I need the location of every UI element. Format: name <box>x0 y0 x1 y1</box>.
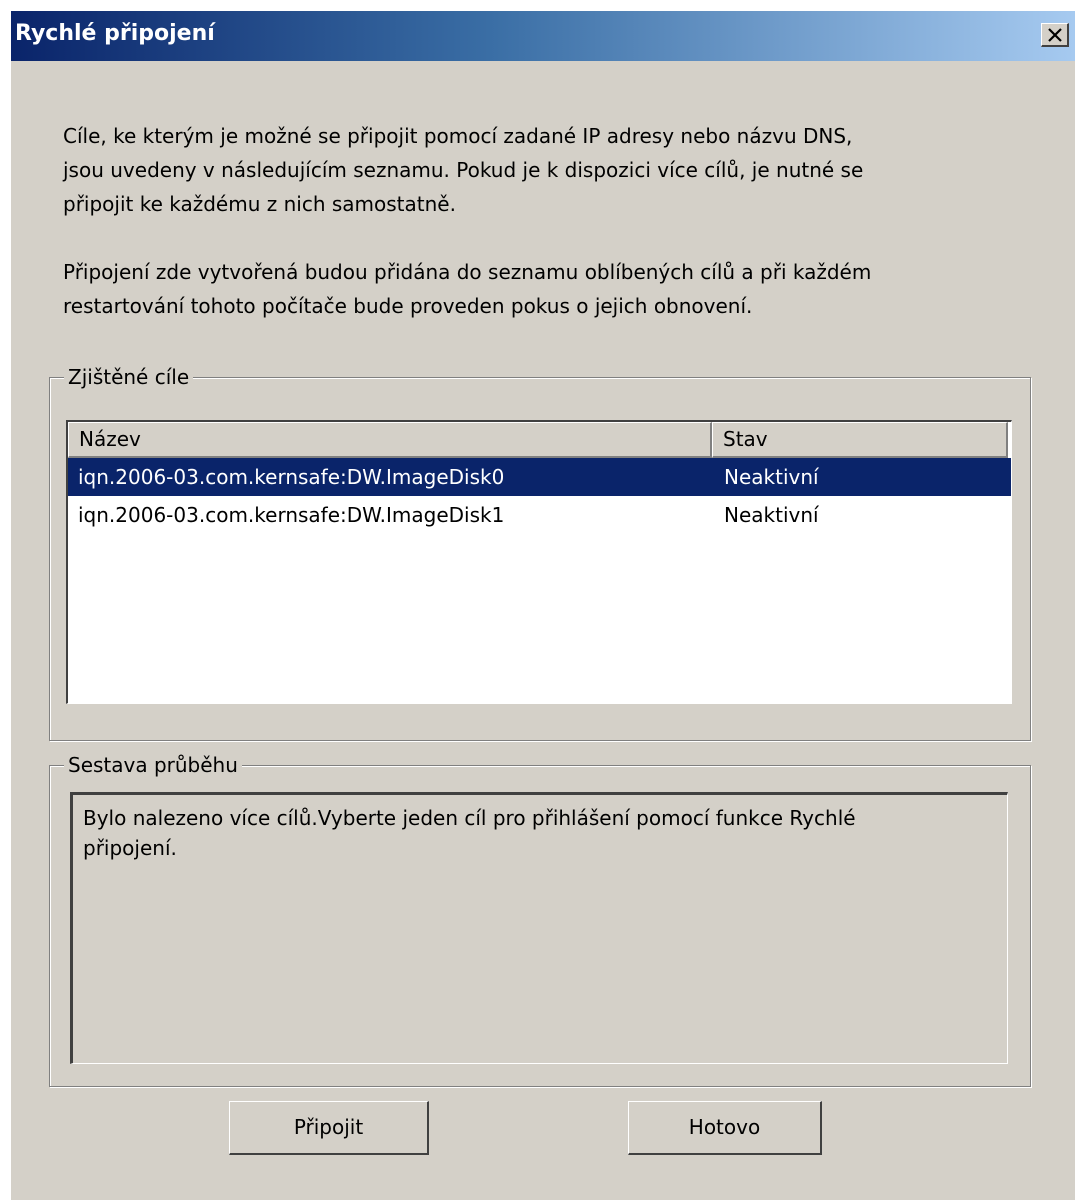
target-status: Neaktivní <box>724 503 819 527</box>
window-title: Rychlé připojení <box>15 21 215 46</box>
intro-line: Cíle, ke kterým je možné se připojit pom… <box>63 124 853 148</box>
done-button[interactable]: Hotovo <box>628 1101 822 1155</box>
column-header-name[interactable]: Název <box>68 422 712 458</box>
target-name: iqn.2006-03.com.kernsafe:DW.ImageDisk0 <box>78 465 505 489</box>
progress-group-label: Sestava průběhu <box>64 752 242 778</box>
column-header-status[interactable]: Stav <box>712 422 1008 458</box>
connect-button[interactable]: Připojit <box>229 1101 429 1155</box>
title-bar: Rychlé připojení <box>11 11 1075 61</box>
list-header: Název Stav <box>68 422 1011 458</box>
target-name: iqn.2006-03.com.kernsafe:DW.ImageDisk1 <box>78 503 505 527</box>
note-line: restartování tohoto počítače bude proved… <box>63 294 753 318</box>
progress-report[interactable]: Bylo nalezeno více cílů.Vyberte jeden cí… <box>70 792 1008 1064</box>
list-item[interactable]: iqn.2006-03.com.kernsafe:DW.ImageDisk0 N… <box>68 458 1011 496</box>
progress-group: Sestava průběhu Bylo nalezeno více cílů.… <box>49 752 1031 1087</box>
close-icon <box>1048 28 1062 42</box>
quick-connect-dialog: Rychlé připojení Cíle, ke kterým je možn… <box>10 10 1075 1200</box>
target-status: Neaktivní <box>724 465 819 489</box>
targets-group-label: Zjištěné cíle <box>64 364 194 390</box>
intro-line: připojit ke každému z nich samostatně. <box>63 192 456 216</box>
targets-list[interactable]: Název Stav iqn.2006-03.com.kernsafe:DW.I… <box>66 420 1012 704</box>
progress-line: připojení. <box>83 836 177 860</box>
note-line: Připojení zde vytvořená budou přidána do… <box>63 260 872 284</box>
list-item[interactable]: iqn.2006-03.com.kernsafe:DW.ImageDisk1 N… <box>68 496 1011 534</box>
note-text: Připojení zde vytvořená budou přidána do… <box>63 255 1023 323</box>
close-button[interactable] <box>1041 23 1069 47</box>
intro-line: jsou uvedeny v následujícím seznamu. Pok… <box>63 158 864 182</box>
progress-line: Bylo nalezeno více cílů.Vyberte jeden cí… <box>83 806 856 830</box>
targets-group: Zjištěné cíle Název Stav iqn.2006-03.com… <box>49 364 1031 741</box>
intro-text: Cíle, ke kterým je možné se připojit pom… <box>63 119 1023 221</box>
